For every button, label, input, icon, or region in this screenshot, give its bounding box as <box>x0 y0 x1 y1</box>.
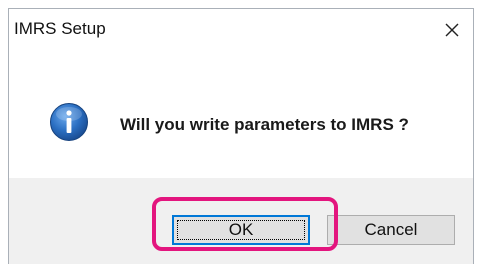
ok-button-label: OK <box>228 220 254 239</box>
dialog-content: Will you write parameters to IMRS ? <box>9 53 473 178</box>
close-icon <box>445 23 459 37</box>
close-button[interactable] <box>437 15 467 45</box>
cancel-button[interactable]: Cancel <box>327 215 455 245</box>
info-icon <box>49 102 89 142</box>
button-bar: OK Cancel <box>9 178 473 264</box>
ok-button[interactable]: OK <box>172 215 310 245</box>
message-dialog: IMRS Setup Will you write parameters to … <box>8 8 474 264</box>
dialog-title: IMRS Setup <box>14 19 106 38</box>
title-bar: IMRS Setup <box>9 9 473 53</box>
cancel-button-label: Cancel <box>364 220 418 239</box>
dialog-message: Will you write parameters to IMRS ? <box>120 115 409 134</box>
